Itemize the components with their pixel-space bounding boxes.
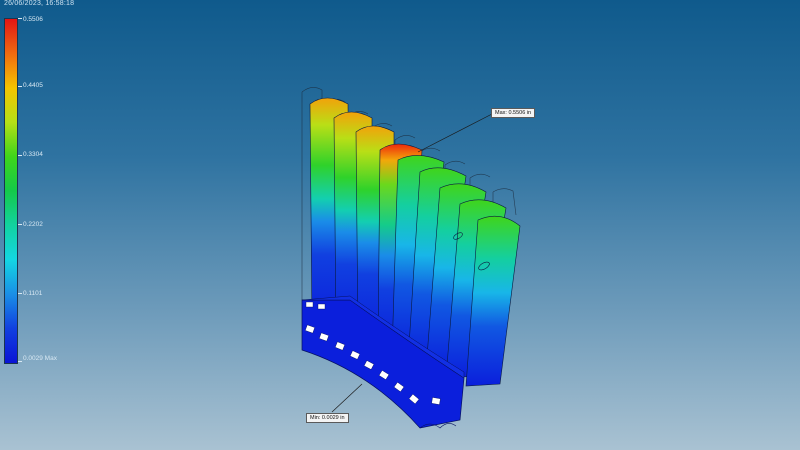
max-callout[interactable]: Max: 0.5506 in (491, 108, 536, 118)
min-callout[interactable]: Min: 0.0029 in (306, 413, 349, 423)
min-leader-line (331, 383, 363, 413)
deflection-model-view[interactable] (0, 0, 800, 450)
max-leader-line (417, 113, 493, 153)
